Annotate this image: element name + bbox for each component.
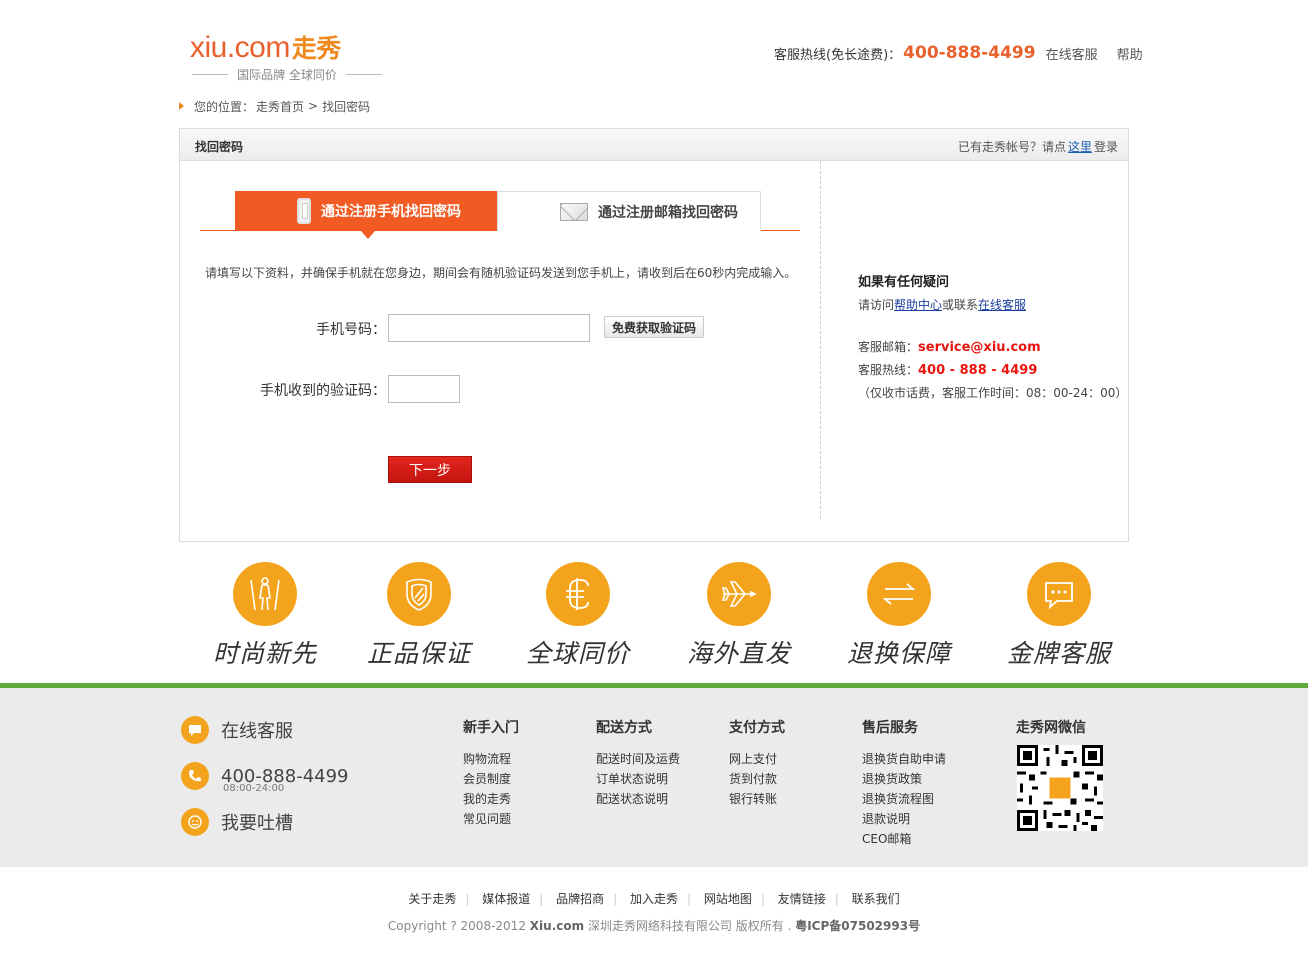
shield-icon (387, 562, 451, 626)
hotline-number: 400-888-4499 (903, 43, 1036, 63)
footer-link[interactable]: 退款说明 (862, 809, 946, 829)
footer-col-aftersales: 售后服务 退换货自助申请 退换货政策 退换货流程图 退款说明 CEO邮箱 (862, 717, 946, 849)
footer-service-hours: 08:00-24:00 (223, 783, 285, 794)
wechat-qr-code (1017, 745, 1103, 831)
get-code-button[interactable]: 免费获取验证码 (604, 316, 704, 338)
help-note: （仅收市话费，客服工作时间：08：00-24：00） (858, 386, 1128, 400)
help-center-link[interactable]: 帮助中心 (894, 298, 942, 312)
footer-link[interactable]: 我的走秀 (463, 789, 519, 809)
feature-service: 金牌客服 (989, 562, 1129, 670)
help-email: service@xiu.com (918, 340, 1041, 355)
footer-link-media[interactable]: 媒体报道 (482, 892, 530, 906)
smiley-icon (181, 808, 209, 836)
footer-col-payment: 支付方式 网上支付 货到付款 银行转账 (729, 717, 785, 809)
help-link[interactable]: 帮助 (1117, 44, 1143, 63)
code-label: 手机收到的验证码： (260, 383, 386, 399)
footer-link[interactable]: 退换货流程图 (862, 789, 946, 809)
help-online-service-link[interactable]: 在线客服 (978, 298, 1026, 312)
help-box: 如果有任何疑问 请访问帮助中心或联系在线客服 客服邮箱：service@xiu.… (858, 272, 1127, 404)
login-here-link[interactable]: 这里 (1068, 140, 1092, 154)
help-hotline: 400 - 888 - 4499 (918, 363, 1038, 378)
footer-link-contact[interactable]: 联系我们 (852, 892, 900, 906)
fashion-icon (233, 562, 297, 626)
header-right: 客服热线(免长途费)： 400-888-4499 在线客服 帮助 (774, 42, 1143, 64)
footer-link-join[interactable]: 加入走秀 (630, 892, 678, 906)
footer-col-delivery: 配送方式 配送时间及运费 订单状态说明 配送状态说明 (596, 717, 680, 809)
breadcrumb-arrow-icon (179, 102, 184, 110)
recover-method-tabs: 通过注册手机找回密码 通过注册邮箱找回密码 (200, 191, 800, 239)
footer-link[interactable]: 配送时间及运费 (596, 749, 680, 769)
hotline-label: 客服热线(免长途费)： (774, 47, 902, 63)
help-title: 如果有任何疑问 (858, 275, 950, 290)
feature-fashion: 时尚新先 (195, 562, 335, 670)
exchange-icon (867, 562, 931, 626)
feature-returns: 退换保障 (829, 562, 969, 670)
breadcrumb-home[interactable]: 走秀首页 (256, 98, 304, 115)
airplane-icon (707, 562, 771, 626)
code-input[interactable] (388, 375, 460, 403)
chat-icon (1027, 562, 1091, 626)
footer-link[interactable]: 银行转账 (729, 789, 785, 809)
online-service-link[interactable]: 在线客服 (1046, 44, 1098, 63)
footer-link[interactable]: 订单状态说明 (596, 769, 680, 789)
footer-link[interactable]: 退换货政策 (862, 769, 946, 789)
footer-link[interactable]: 货到付款 (729, 769, 785, 789)
phone-input[interactable] (388, 314, 590, 342)
logo-wordmark: xiu.com走秀 (190, 31, 341, 64)
site-logo[interactable]: xiu.com走秀 国际品牌 全球同价 (190, 30, 390, 82)
footer: 在线客服 400-888-4499 08:00-24:00 我要吐槽 新手入门 … (0, 688, 1308, 867)
copyright: Copyright ? 2008-2012 Xiu.com 深圳走秀网络科技有限… (387, 919, 921, 933)
footer-link-sitemap[interactable]: 网站地图 (704, 892, 752, 906)
mail-icon (560, 202, 588, 221)
help-visit-line: 请访问帮助中心或联系在线客服 (858, 298, 1027, 312)
footer-col-beginner: 新手入门 购物流程 会员制度 我的走秀 常见问题 (463, 717, 519, 829)
login-prompt: 已有走秀帐号？请点 这里 登录 (957, 140, 1118, 154)
footer-link-friends[interactable]: 友情链接 (778, 892, 826, 906)
help-email-line: 客服邮箱：service@xiu.com (858, 340, 1041, 355)
feature-authentic: 正品保证 (349, 562, 489, 670)
footer-link[interactable]: 网上支付 (729, 749, 785, 769)
phone-label: 手机号码： (316, 322, 386, 338)
chat-bubble-icon (181, 716, 209, 744)
breadcrumb: 您的位置： 走秀首页 > 找回密码 (179, 97, 372, 115)
feature-overseas: 海外直发 (669, 562, 809, 670)
tab-email-recover[interactable]: 通过注册邮箱找回密码 (497, 191, 761, 231)
panel-divider (820, 161, 821, 519)
recover-password-panel: 找回密码 已有走秀帐号？请点 这里 登录 通过注册手机找回密码 通过注册邮箱找回密码… (179, 128, 1129, 542)
help-hotline-line: 客服热线：400 - 888 - 4499 (858, 363, 1038, 378)
breadcrumb-separator: > (308, 99, 319, 113)
footer-online-service[interactable]: 在线客服 (181, 716, 293, 744)
footer-link[interactable]: 常见问题 (463, 809, 519, 829)
footer-feedback[interactable]: 我要吐槽 (181, 808, 293, 836)
tab-phone-recover[interactable]: 通过注册手机找回密码 (235, 191, 497, 239)
footer-link[interactable]: 会员制度 (463, 769, 519, 789)
logo-slogan: 国际品牌 全球同价 (190, 66, 384, 83)
feature-global-price: 全球同价 (508, 562, 648, 670)
next-step-button[interactable]: 下一步 (388, 456, 472, 483)
footer-link[interactable]: 购物流程 (463, 749, 519, 769)
breadcrumb-prefix: 您的位置： (194, 99, 255, 114)
panel-header: 找回密码 已有走秀帐号？请点 这里 登录 (180, 129, 1128, 161)
breadcrumb-current: 找回密码 (322, 99, 371, 114)
form-instruction: 请填写以下资料，并确保手机就在您身边，期间会有随机验证码发送到您手机上，请收到后… (205, 266, 797, 280)
phone-handset-icon (181, 762, 209, 790)
footer-link[interactable]: 配送状态说明 (596, 789, 680, 809)
phone-icon (297, 198, 311, 224)
footer-link[interactable]: 退换货自助申请 (862, 749, 946, 769)
footer-link-brands[interactable]: 品牌招商 (556, 892, 604, 906)
footer-bottom-links: 关于走秀 | 媒体报道 | 品牌招商 | 加入走秀 | 网站地图 | 友情链接 | 联系我们 (408, 892, 900, 906)
footer-link[interactable]: CEO邮箱 (862, 829, 946, 849)
footer-link-about[interactable]: 关于走秀 (408, 892, 456, 906)
panel-title: 找回密码 (195, 140, 244, 154)
currency-icon (546, 562, 610, 626)
